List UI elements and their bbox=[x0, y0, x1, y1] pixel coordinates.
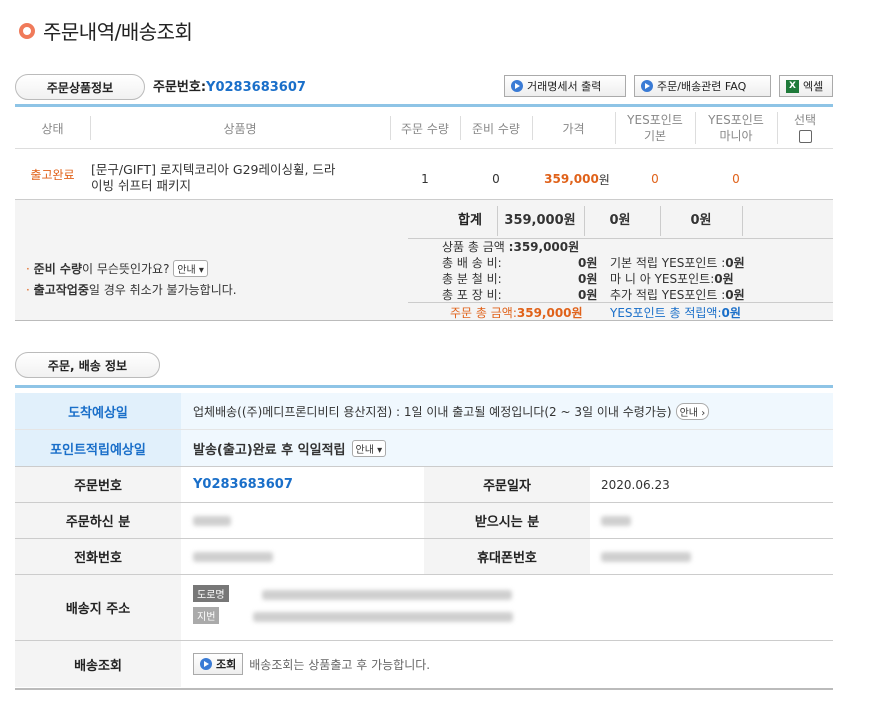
orderer-label: 주문하신 분 bbox=[15, 503, 181, 538]
grand-total-line: 주문 총 금액:359,000원 bbox=[450, 306, 583, 320]
arrival-value: 업체배송((주)메디프론디비티 용산지점) : 1일 이내 출고될 예정입니다(… bbox=[181, 393, 833, 429]
page-title: 주문내역/배송조회 bbox=[19, 16, 193, 45]
divider bbox=[15, 385, 833, 388]
tracking-label: 배송조회 bbox=[15, 641, 181, 687]
play-icon bbox=[511, 80, 523, 92]
address-label: 배송지 주소 bbox=[15, 575, 181, 640]
points-date-label: 포인트적립예상일 bbox=[15, 430, 181, 466]
product-total-line: 상품 총 금액 :359,000원 bbox=[442, 240, 580, 254]
points-total-line: YES포인트 총 적립액:0원 bbox=[610, 306, 741, 320]
circle-icon bbox=[19, 22, 35, 39]
tab-delivery-info: 주문, 배송 정보 bbox=[15, 352, 160, 378]
wrap-line: 총 포 장 비: bbox=[442, 288, 502, 302]
arrival-label: 도착예상일 bbox=[15, 393, 181, 429]
total-mania: 0원 bbox=[690, 212, 712, 228]
col-yes-basic-1: YES포인트 bbox=[627, 113, 683, 127]
play-icon bbox=[200, 658, 212, 670]
receiver-value bbox=[601, 503, 631, 538]
shipping-line: 총 배 송 비: bbox=[442, 256, 502, 270]
note-ready-qty: · 준비 수량이 무슨뜻인가요? 안내 ▾ bbox=[26, 260, 208, 277]
phone-value bbox=[193, 539, 273, 574]
tab-product-info: 주문상품정보 bbox=[15, 74, 145, 100]
receiver-label: 받으시는 분 bbox=[424, 503, 590, 538]
total-basic: 0원 bbox=[609, 212, 631, 228]
order-no-value[interactable]: Y0283683607 bbox=[193, 467, 293, 502]
tracking-note: 배송조회는 상품출고 후 가능합니다. bbox=[249, 657, 431, 672]
col-yes-mania-2: 마니아 bbox=[719, 129, 753, 143]
arrival-info-button[interactable]: 안내 › bbox=[675, 402, 710, 420]
points-date-value: 발송(출고)완료 후 익일적립 안내 ▾ bbox=[181, 430, 833, 466]
page-title-text: 주문내역/배송조회 bbox=[43, 20, 193, 44]
mobile-value bbox=[601, 539, 691, 574]
col-yes-basic-2: 기본 bbox=[643, 129, 667, 143]
col-status: 상태 bbox=[41, 121, 64, 136]
order-status: 출고완료 bbox=[30, 167, 75, 182]
extra-points-line: 추가 적립 YES포인트 :0원 bbox=[610, 288, 745, 302]
total-label: 합계 bbox=[458, 212, 482, 228]
address-lot: 지번 bbox=[193, 607, 514, 624]
order-number[interactable]: Y0283683607 bbox=[206, 80, 306, 95]
tracking-button[interactable]: 조회 bbox=[193, 653, 244, 675]
col-product: 상품명 bbox=[223, 121, 257, 136]
table-row: 출고완료 [문구/GIFT] 로지텍코리아 G29레이싱휠, 드라 이빙 쉬프터… bbox=[15, 150, 833, 198]
order-date-label: 주문일자 bbox=[424, 467, 590, 502]
phone-label: 전화번호 bbox=[15, 539, 181, 574]
mania-points-line: 마 니 아 YES포인트:0원 bbox=[610, 272, 734, 286]
col-qty: 주문 수량 bbox=[401, 121, 449, 136]
order-date-value: 2020.06.23 bbox=[601, 477, 670, 492]
col-price: 가격 bbox=[562, 121, 585, 136]
select-all-checkbox[interactable] bbox=[798, 130, 812, 143]
excel-button[interactable]: X 엑셀 bbox=[779, 75, 833, 97]
mobile-label: 휴대폰번호 bbox=[424, 539, 590, 574]
basic-points-line: 기본 적립 YES포인트 :0원 bbox=[610, 256, 745, 270]
product-table-header: 상태 상품명 주문 수량 준비 수량 가격 YES포인트 기본 YES포인트 마… bbox=[15, 108, 833, 148]
col-yes-mania-1: YES포인트 bbox=[708, 113, 764, 127]
tracking-row: 조회 배송조회는 상품출고 후 가능합니다. bbox=[193, 641, 430, 687]
col-select: 선택 bbox=[793, 113, 817, 127]
ready-qty-info-button[interactable]: 안내 ▾ bbox=[173, 260, 208, 277]
order-no-label: 주문번호 bbox=[15, 467, 181, 502]
product-name[interactable]: [문구/GIFT] 로지텍코리아 G29레이싱휠, 드라 이빙 쉬프터 패키지 bbox=[91, 162, 386, 194]
address-road: 도로명 bbox=[193, 585, 513, 602]
note-cancel: · 출고작업중일 경우 취소가 불가능합니다. bbox=[26, 283, 237, 297]
divider bbox=[15, 104, 833, 107]
points-info-button[interactable]: 안내 ▾ bbox=[351, 439, 387, 457]
total-price: 359,000원 bbox=[504, 212, 576, 228]
print-receipt-button[interactable]: 거래명세서 출력 bbox=[504, 75, 626, 97]
excel-icon: X bbox=[786, 79, 799, 93]
play-icon bbox=[641, 80, 653, 92]
faq-button[interactable]: 주문/배송관련 FAQ bbox=[634, 75, 771, 97]
split-line: 총 분 철 비: bbox=[442, 272, 502, 286]
orderer-value bbox=[193, 503, 231, 538]
order-number-label: 주문번호:Y0283683607 bbox=[153, 80, 306, 95]
col-ready-qty: 준비 수량 bbox=[472, 121, 520, 136]
